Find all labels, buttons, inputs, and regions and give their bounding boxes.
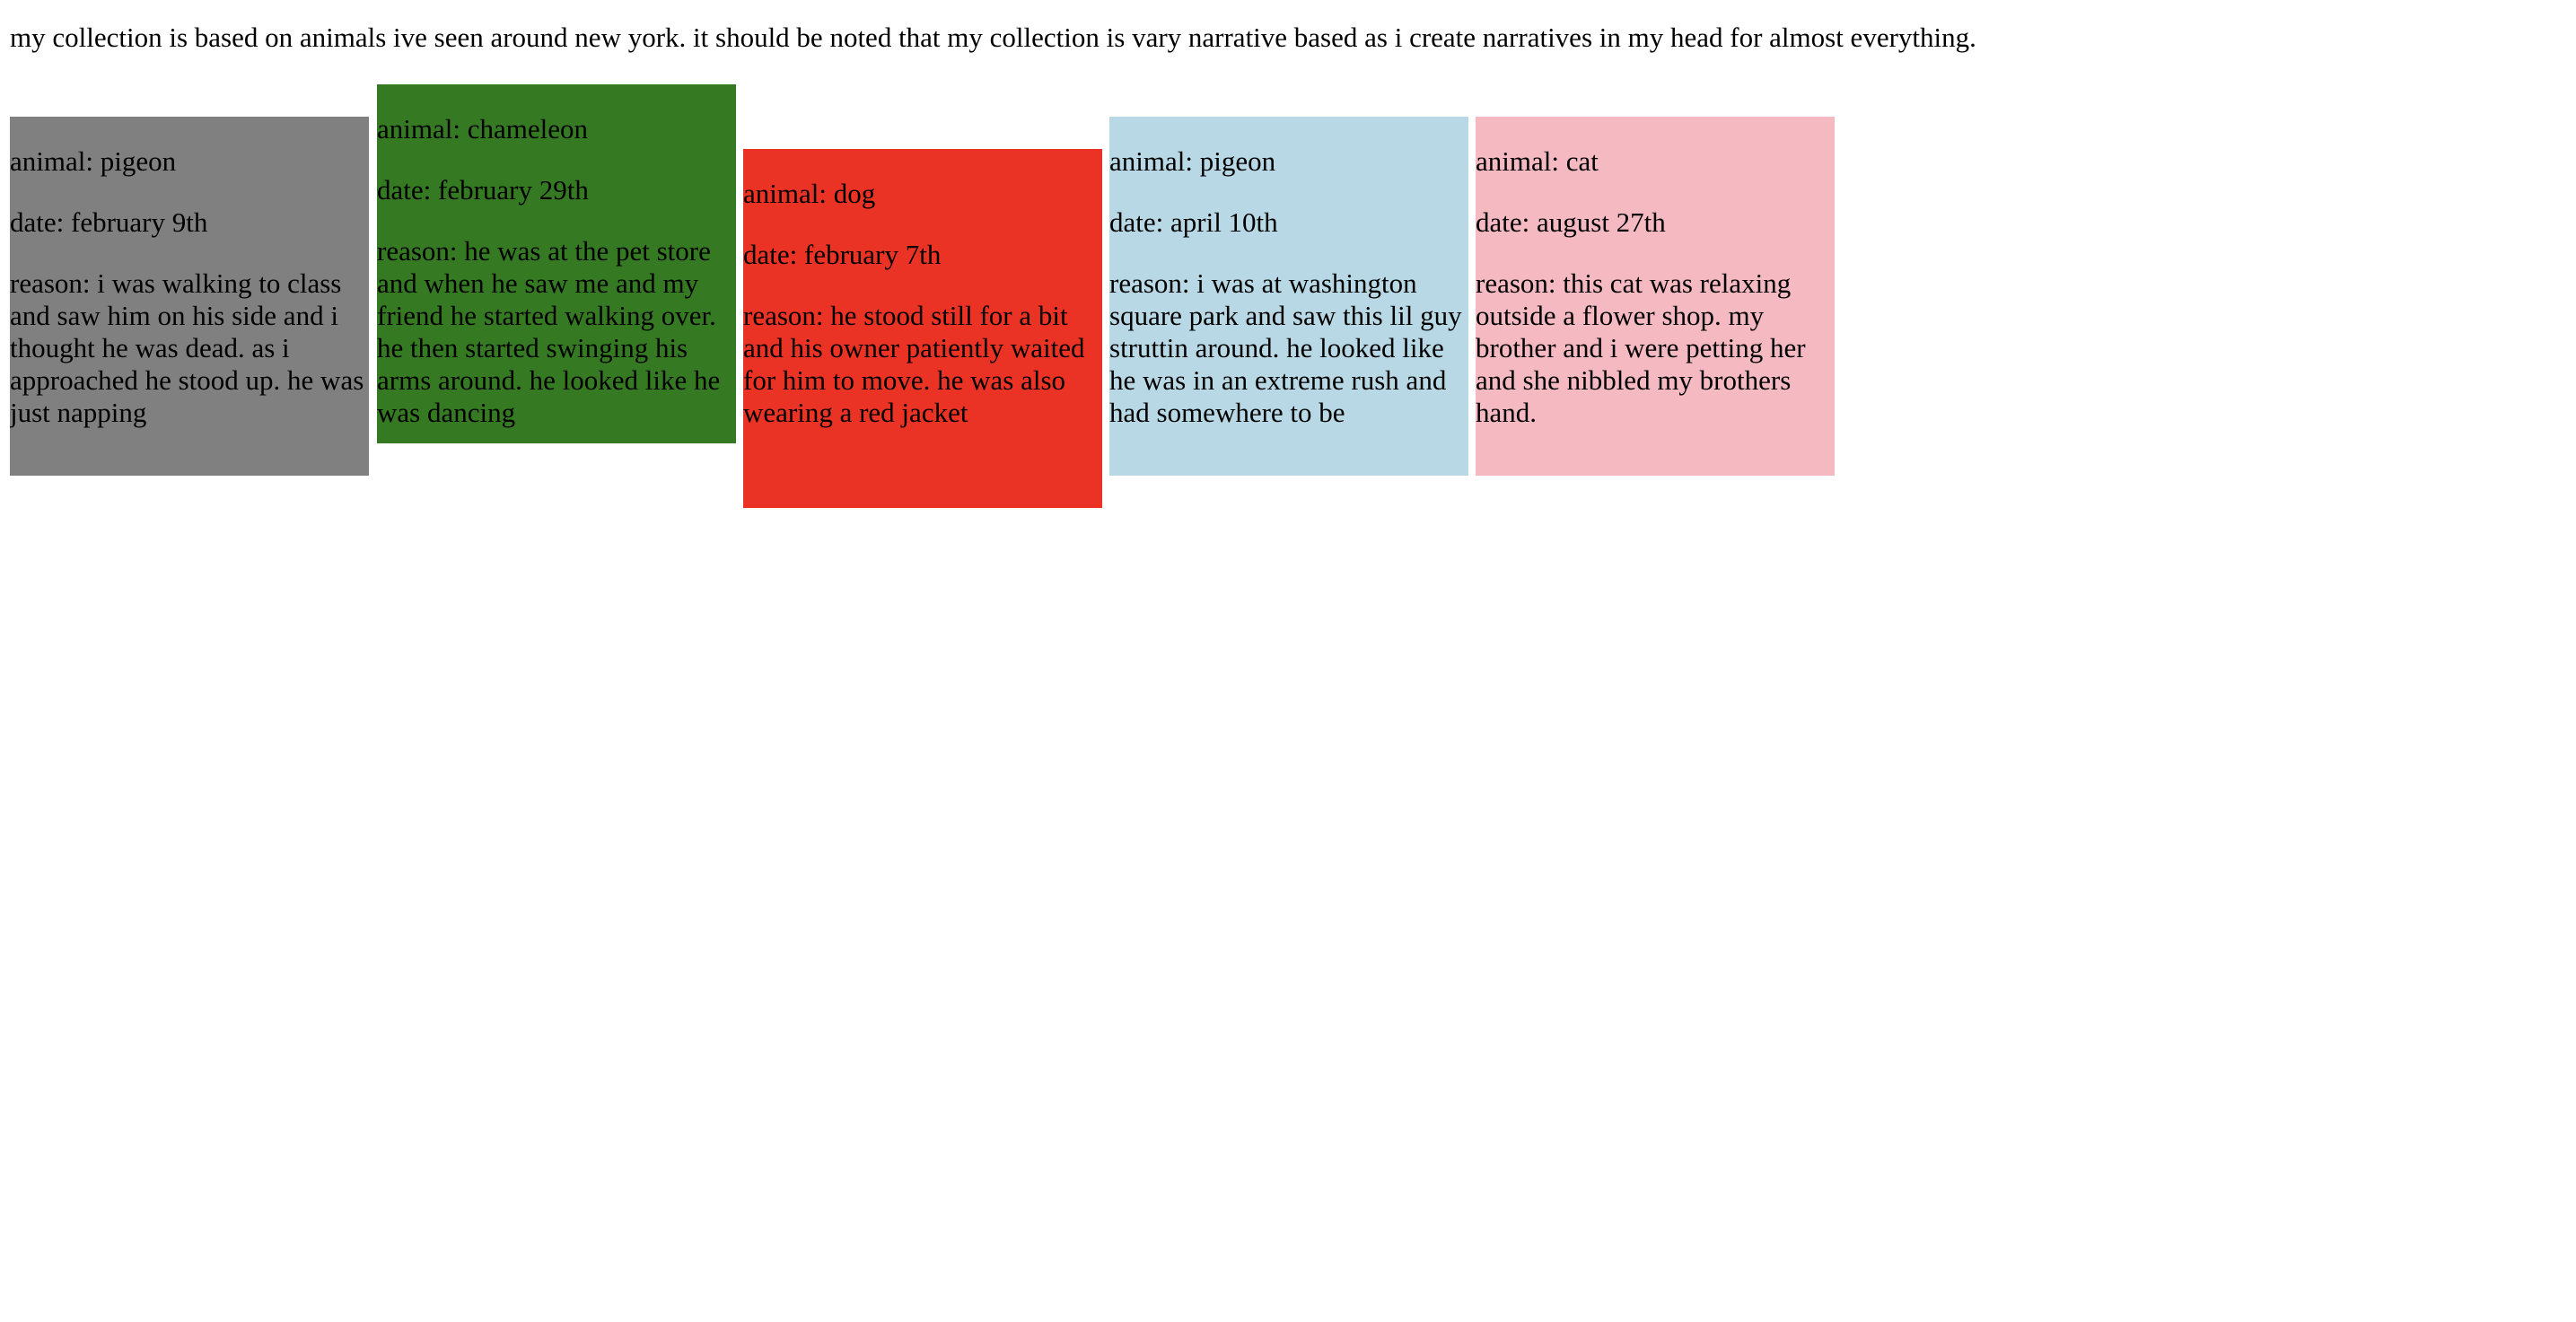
card-reason: reason: i was walking to class and saw h… [10,267,364,428]
card-animal: animal: chameleon [377,113,588,144]
card-date: date: february 7th [743,239,942,270]
card-dog: animal: dog date: february 7th reason: h… [743,149,1102,508]
card-reason: reason: he was at the pet store and when… [377,235,721,428]
card-animal: animal: pigeon [1109,145,1276,177]
card-date: date: august 27th [1476,206,1666,238]
card-reason: reason: i was at washington square park … [1109,267,1462,428]
card-reason: reason: he stood still for a bit and his… [743,300,1085,428]
card-animal: animal: cat [1476,145,1599,177]
card-animal: animal: pigeon [10,145,177,177]
card-date: date: february 29th [377,174,589,206]
card-pigeon-february: animal: pigeon date: february 9th reason… [10,117,369,476]
card-chameleon: animal: chameleon date: february 29th re… [377,84,736,443]
card-animal: animal: dog [743,178,876,209]
card-pigeon-april: animal: pigeon date: april 10th reason: … [1109,117,1468,476]
card-reason: reason: this cat was relaxing outside a … [1476,267,1806,428]
card-date: date: february 9th [10,206,208,238]
intro-text: my collection is based on animals ive se… [10,22,1976,53]
card-cat: animal: cat date: august 27th reason: th… [1476,117,1835,476]
card-date: date: april 10th [1109,206,1278,238]
